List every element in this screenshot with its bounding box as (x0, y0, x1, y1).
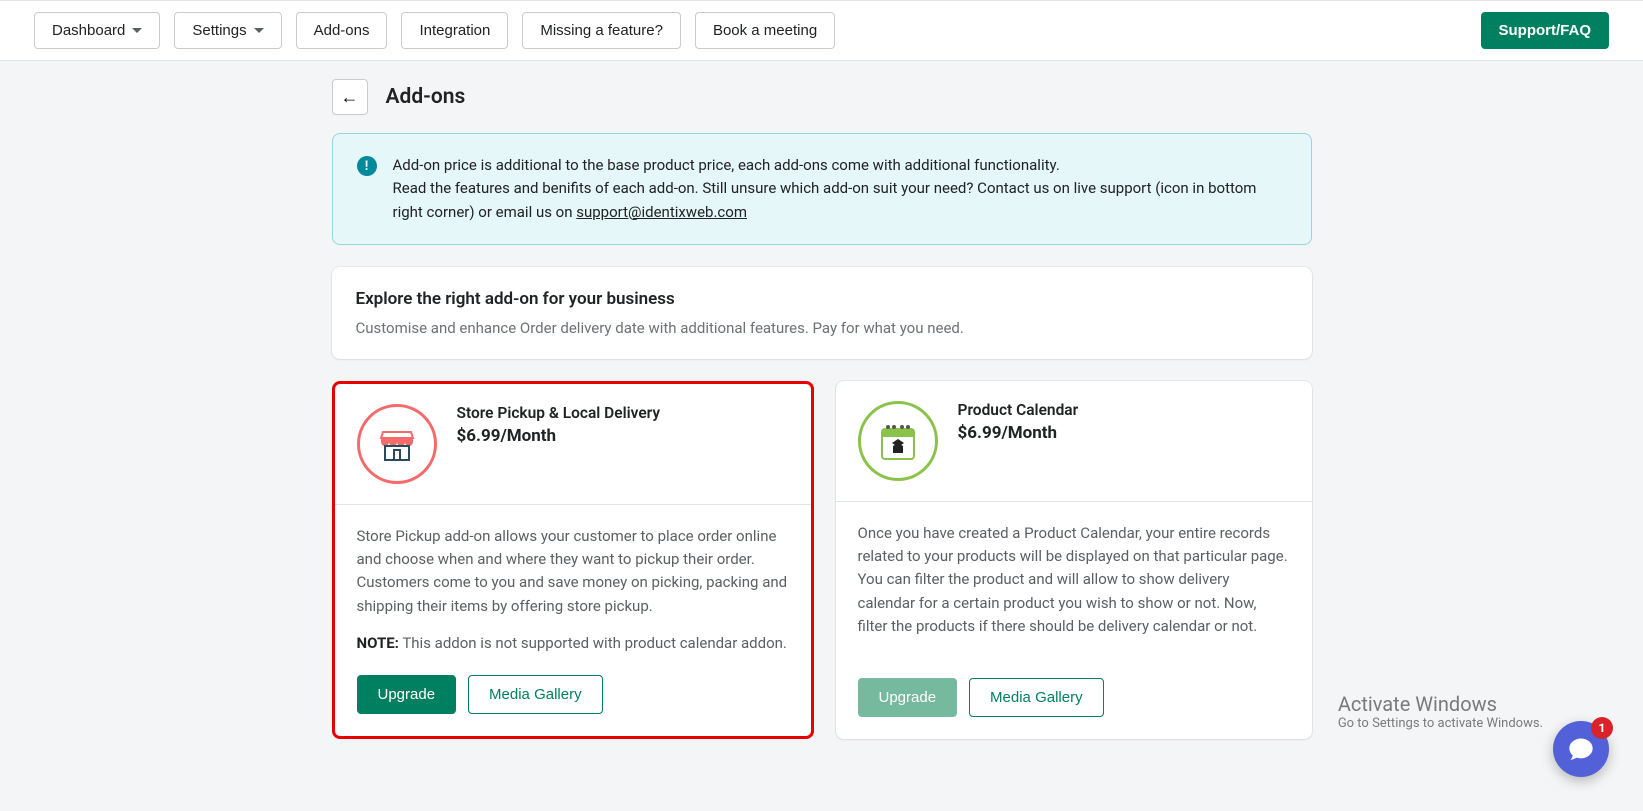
upgrade-button[interactable]: Upgrade (858, 678, 958, 717)
addon-description: Once you have created a Product Calendar… (858, 522, 1290, 638)
back-button[interactable]: ← (332, 79, 368, 115)
addon-description: Store Pickup add-on allows your customer… (357, 525, 789, 618)
chevron-down-icon (132, 28, 142, 33)
addon-card-product-calendar: Product Calendar $6.99/Month Once you ha… (836, 381, 1312, 739)
banner-line1: Add-on price is additional to the base p… (393, 156, 1060, 174)
addon-price: $6.99/Month (958, 423, 1079, 443)
nav-settings[interactable]: Settings (174, 12, 281, 49)
top-navigation: Dashboard Settings Add-ons Integration M… (0, 0, 1643, 61)
media-gallery-button[interactable]: Media Gallery (468, 675, 603, 714)
page-header: ← Add-ons (332, 79, 1312, 115)
nav-settings-label: Settings (192, 22, 246, 39)
banner-text: Add-on price is additional to the base p… (393, 154, 1287, 224)
intro-subtitle: Customise and enhance Order delivery dat… (356, 319, 1288, 337)
note-text: This addon is not supported with product… (399, 634, 787, 652)
nav-book-label: Book a meeting (713, 22, 817, 39)
windows-activation-watermark: Activate Windows Go to Settings to activ… (1338, 692, 1543, 731)
addon-header: Store Pickup & Local Delivery $6.99/Mont… (335, 384, 811, 505)
note-label: NOTE: (357, 634, 399, 652)
watermark-title: Activate Windows (1338, 692, 1543, 716)
addon-titles: Store Pickup & Local Delivery $6.99/Mont… (457, 404, 661, 446)
info-icon: ! (357, 156, 377, 176)
addon-price: $6.99/Month (457, 426, 661, 446)
intro-card: Explore the right add-on for your busine… (332, 267, 1312, 359)
banner-line2: Read the features and benifits of each a… (393, 179, 1257, 220)
upgrade-button[interactable]: Upgrade (357, 675, 457, 714)
page-title: Add-ons (386, 85, 466, 109)
chat-support-button[interactable]: 1 (1553, 721, 1609, 777)
nav-missing-label: Missing a feature? (540, 22, 663, 39)
addon-body: Once you have created a Product Calendar… (836, 502, 1312, 678)
addon-footer: Upgrade Media Gallery (836, 678, 1312, 739)
nav-missing-feature[interactable]: Missing a feature? (522, 12, 681, 49)
nav-integration[interactable]: Integration (401, 12, 508, 49)
addon-titles: Product Calendar $6.99/Month (958, 401, 1079, 443)
arrow-left-icon: ← (341, 87, 359, 108)
main-container: ← Add-ons ! Add-on price is additional t… (332, 79, 1312, 739)
watermark-subtitle: Go to Settings to activate Windows. (1338, 716, 1543, 731)
nav-support-faq[interactable]: Support/FAQ (1481, 12, 1610, 49)
intro-title: Explore the right add-on for your busine… (356, 289, 1288, 309)
nav-addons-label: Add-ons (314, 22, 370, 39)
addon-cards-row: Store Pickup & Local Delivery $6.99/Mont… (332, 381, 1312, 739)
chat-notification-badge: 1 (1591, 717, 1613, 739)
nav-dashboard[interactable]: Dashboard (34, 12, 160, 49)
chat-icon (1567, 735, 1595, 763)
nav-dashboard-label: Dashboard (52, 22, 125, 39)
shop-icon (357, 404, 437, 484)
addon-name: Store Pickup & Local Delivery (457, 404, 661, 422)
nav-support-label: Support/FAQ (1499, 22, 1592, 39)
addon-note: NOTE: This addon is not supported with p… (357, 632, 789, 655)
info-banner: ! Add-on price is additional to the base… (332, 133, 1312, 245)
nav-addons[interactable]: Add-ons (296, 12, 388, 49)
addon-card-store-pickup: Store Pickup & Local Delivery $6.99/Mont… (332, 381, 814, 739)
addon-footer: Upgrade Media Gallery (335, 675, 811, 736)
nav-book-meeting[interactable]: Book a meeting (695, 12, 835, 49)
support-email-link[interactable]: support@identixweb.com (576, 203, 747, 221)
nav-integration-label: Integration (419, 22, 490, 39)
addon-header: Product Calendar $6.99/Month (836, 381, 1312, 502)
addon-name: Product Calendar (958, 401, 1079, 419)
chevron-down-icon (254, 28, 264, 33)
addon-body: Store Pickup add-on allows your customer… (335, 505, 811, 675)
media-gallery-button[interactable]: Media Gallery (969, 678, 1104, 717)
calendar-icon (858, 401, 938, 481)
